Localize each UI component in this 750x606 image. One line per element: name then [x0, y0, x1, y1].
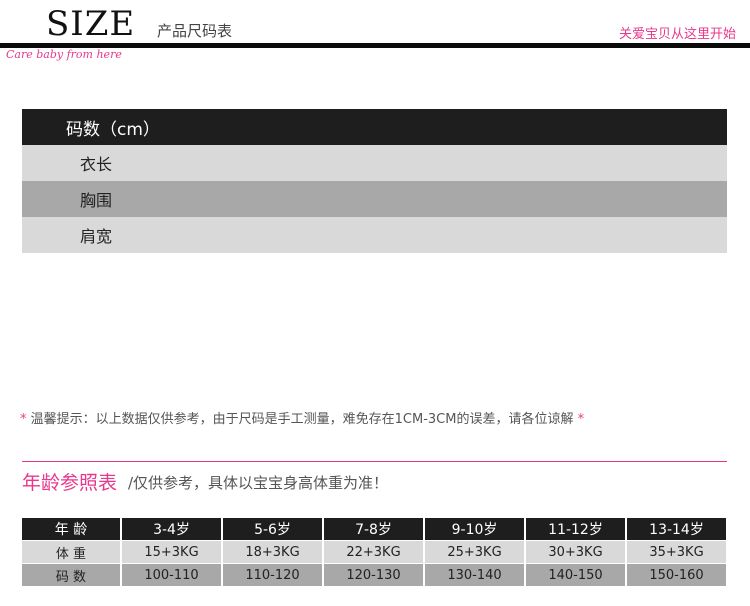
weight-cell: 15+3KG — [122, 541, 221, 563]
weight-row: 体 重 15+3KG 18+3KG 22+3KG 25+3KG 30+3KG 3… — [22, 541, 728, 563]
page-subtitle: 产品尺码表 — [157, 22, 233, 40]
weight-cell: 25+3KG — [425, 541, 524, 563]
size-cell: 100-110 — [122, 564, 221, 586]
page-title: SIZE — [46, 4, 136, 44]
age-cell: 11-12岁 — [526, 518, 625, 540]
age-cell: 5-6岁 — [223, 518, 322, 540]
weight-cell: 22+3KG — [324, 541, 423, 563]
age-reference-description: /仅供参考，具体以宝宝身高体重为准！ — [128, 474, 389, 492]
size-cell: 150-160 — [627, 564, 726, 586]
weight-label: 体 重 — [22, 541, 120, 563]
tagline: Care baby from here — [6, 48, 122, 61]
row-label-shoulder: 肩宽 — [80, 227, 113, 246]
slogan: 关爱宝贝从这里开始 — [618, 27, 736, 42]
weight-cell: 18+3KG — [223, 541, 322, 563]
star-right: * — [577, 412, 585, 427]
row-label-length: 衣长 — [80, 155, 113, 174]
table-row: 肩宽 — [22, 217, 727, 253]
table-row: 衣长 — [22, 145, 727, 181]
age-cell: 13-14岁 — [627, 518, 726, 540]
age-reference-title: 年龄参照表 — [22, 472, 118, 494]
table-row: 胸围 — [22, 181, 727, 217]
weight-cell: 30+3KG — [526, 541, 625, 563]
age-table: 年 龄 3-4岁 5-6岁 7-8岁 9-10岁 11-12岁 13-14岁 体… — [22, 518, 728, 587]
note-text: 温馨提示：以上数据仅供参考，由于尺码是手工测量，难免存在1CM-3CM的误差，请… — [30, 412, 574, 427]
star-left: * — [20, 412, 27, 427]
age-cell: 9-10岁 — [425, 518, 524, 540]
size-label: 码 数 — [22, 564, 120, 586]
size-cell: 110-120 — [223, 564, 322, 586]
age-header-label: 年 龄 — [22, 518, 120, 540]
size-table: 码数（cm） 衣长 胸围 肩宽 — [22, 109, 727, 253]
age-cell: 7-8岁 — [324, 518, 423, 540]
section-divider — [22, 461, 727, 462]
size-cell: 140-150 — [526, 564, 625, 586]
weight-cell: 35+3KG — [627, 541, 726, 563]
measurement-note: * 温馨提示：以上数据仅供参考，由于尺码是手工测量，难免存在1CM-3CM的误差… — [20, 408, 584, 427]
size-cell: 120-130 — [324, 564, 423, 586]
size-table-header: 码数（cm） — [22, 109, 727, 145]
age-cell: 3-4岁 — [122, 518, 221, 540]
row-label-chest: 胸围 — [80, 191, 113, 210]
age-row: 年 龄 3-4岁 5-6岁 7-8岁 9-10岁 11-12岁 13-14岁 — [22, 518, 728, 540]
size-cell: 130-140 — [425, 564, 524, 586]
size-row: 码 数 100-110 110-120 120-130 130-140 140-… — [22, 564, 728, 586]
